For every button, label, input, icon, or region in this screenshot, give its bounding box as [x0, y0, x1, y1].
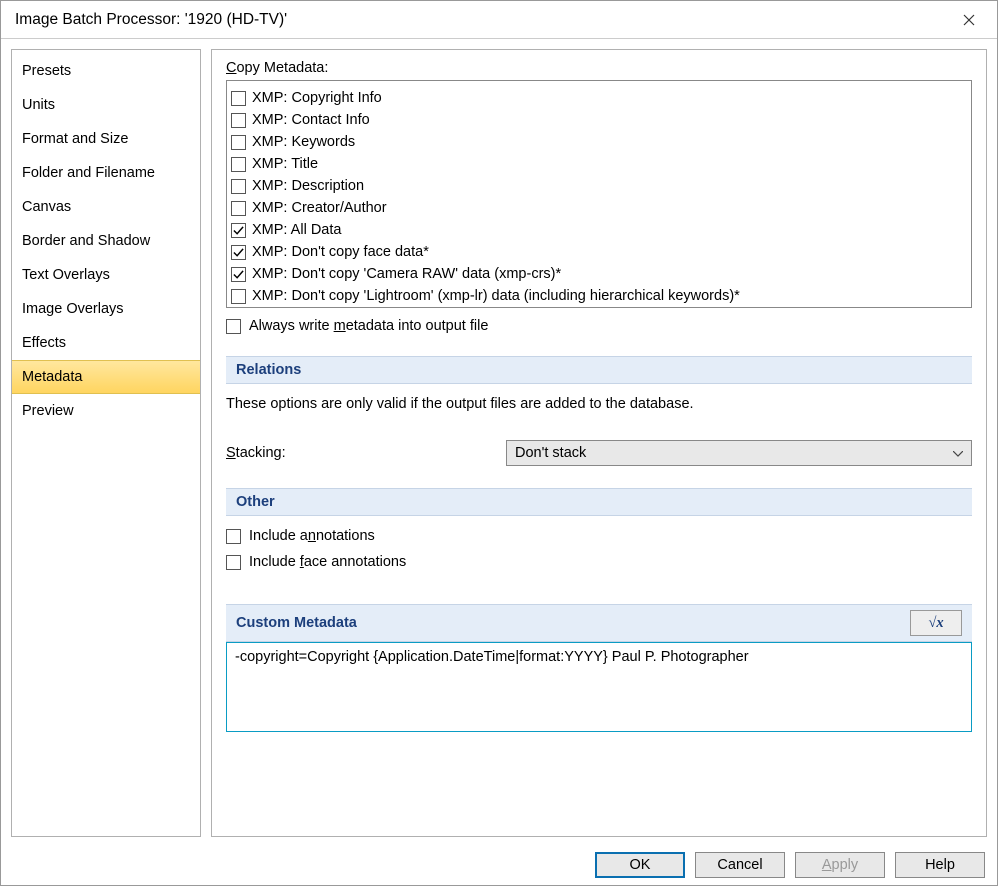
sidebar-item-effects[interactable]: Effects [12, 326, 200, 360]
include-annotations-row[interactable]: Include annotations [226, 528, 972, 544]
sidebar-item-text-overlays[interactable]: Text Overlays [12, 258, 200, 292]
footer: OK Cancel Apply Help [1, 845, 997, 885]
metadata-item[interactable]: XMP: Contact Info [227, 109, 971, 131]
always-write-row[interactable]: Always write metadata into output file [226, 318, 972, 334]
include-annotations-checkbox[interactable] [226, 529, 241, 544]
stacking-select[interactable]: Don't stack [506, 440, 972, 466]
sidebar-item-units[interactable]: Units [12, 88, 200, 122]
custom-metadata-header: Custom Metadata √x [226, 604, 972, 642]
sidebar-item-format-and-size[interactable]: Format and Size [12, 122, 200, 156]
custom-metadata-input[interactable] [233, 647, 965, 727]
metadata-item-checkbox[interactable] [231, 267, 246, 282]
metadata-item-checkbox[interactable] [231, 289, 246, 304]
metadata-item-checkbox[interactable] [231, 179, 246, 194]
copy-metadata-label: Copy Metadata: [226, 60, 972, 76]
metadata-item-checkbox[interactable] [231, 113, 246, 128]
include-annotations-label: Include annotations [249, 528, 375, 544]
sidebar-item-presets[interactable]: Presets [12, 54, 200, 88]
metadata-item[interactable]: XMP: Creator/Author [227, 197, 971, 219]
metadata-item[interactable]: XMP: Don't copy 'Lightroom' (xmp-lr) dat… [227, 285, 971, 307]
ok-button[interactable]: OK [595, 852, 685, 878]
metadata-item-checkbox[interactable] [231, 135, 246, 150]
window-title: Image Batch Processor: '1920 (HD-TV)' [15, 11, 947, 29]
metadata-item-label: XMP: Contact Info [252, 112, 370, 128]
include-face-checkbox[interactable] [226, 555, 241, 570]
help-button[interactable]: Help [895, 852, 985, 878]
metadata-item-label: XMP: Title [252, 156, 318, 172]
stacking-row: Stacking: Don't stack [226, 440, 972, 466]
custom-metadata-wrap [226, 642, 972, 732]
metadata-item[interactable]: All Metadata including EXIF Camera Info [227, 307, 971, 308]
close-button[interactable] [947, 4, 991, 36]
metadata-item-label: XMP: Don't copy 'Lightroom' (xmp-lr) dat… [252, 288, 740, 304]
metadata-item[interactable]: XMP: Title [227, 153, 971, 175]
metadata-item-label: XMP: Copyright Info [252, 90, 382, 106]
relations-header: Relations [226, 356, 972, 384]
always-write-label: Always write metadata into output file [249, 318, 488, 334]
stacking-label: Stacking: [226, 445, 506, 461]
cancel-button[interactable]: Cancel [695, 852, 785, 878]
metadata-item-checkbox[interactable] [231, 157, 246, 172]
metadata-item-checkbox[interactable] [231, 91, 246, 106]
sidebar-item-preview[interactable]: Preview [12, 394, 200, 428]
fx-button[interactable]: √x [910, 610, 962, 636]
metadata-item-checkbox[interactable] [231, 223, 246, 238]
close-icon [963, 14, 975, 26]
metadata-item[interactable]: XMP: Copyright Info [227, 87, 971, 109]
metadata-item-label: XMP: Description [252, 178, 364, 194]
other-header: Other [226, 488, 972, 516]
metadata-item-checkbox[interactable] [231, 201, 246, 216]
metadata-item-label: XMP: Don't copy 'Camera RAW' data (xmp-c… [252, 266, 561, 282]
metadata-item[interactable]: XMP: Don't copy 'Camera RAW' data (xmp-c… [227, 263, 971, 285]
sidebar: PresetsUnitsFormat and SizeFolder and Fi… [11, 49, 201, 837]
titlebar: Image Batch Processor: '1920 (HD-TV)' [1, 1, 997, 39]
chevron-down-icon [953, 445, 963, 461]
relations-note: These options are only valid if the outp… [226, 396, 972, 412]
stacking-value: Don't stack [515, 445, 586, 461]
always-write-checkbox[interactable] [226, 319, 241, 334]
metadata-item-checkbox[interactable] [231, 245, 246, 260]
main-panel: Copy Metadata: XMP: Copyright InfoXMP: C… [211, 49, 987, 837]
metadata-item[interactable]: XMP: Don't copy face data* [227, 241, 971, 263]
sidebar-item-metadata[interactable]: Metadata [12, 360, 200, 394]
metadata-item-label: XMP: All Data [252, 222, 341, 238]
sidebar-item-image-overlays[interactable]: Image Overlays [12, 292, 200, 326]
apply-button[interactable]: Apply [795, 852, 885, 878]
include-face-label: Include face annotations [249, 554, 406, 570]
metadata-item-label: XMP: Creator/Author [252, 200, 387, 216]
metadata-item-label: XMP: Don't copy face data* [252, 244, 429, 260]
metadata-item[interactable]: XMP: All Data [227, 219, 971, 241]
metadata-item[interactable]: XMP: Keywords [227, 131, 971, 153]
sidebar-item-folder-and-filename[interactable]: Folder and Filename [12, 156, 200, 190]
metadata-item[interactable]: XMP: Description [227, 175, 971, 197]
metadata-item-label: XMP: Keywords [252, 134, 355, 150]
metadata-listbox[interactable]: XMP: Copyright Info XMP: Contact Info XMP:… [226, 80, 972, 308]
sidebar-item-canvas[interactable]: Canvas [12, 190, 200, 224]
include-face-row[interactable]: Include face annotations [226, 554, 972, 570]
sidebar-item-border-and-shadow[interactable]: Border and Shadow [12, 224, 200, 258]
